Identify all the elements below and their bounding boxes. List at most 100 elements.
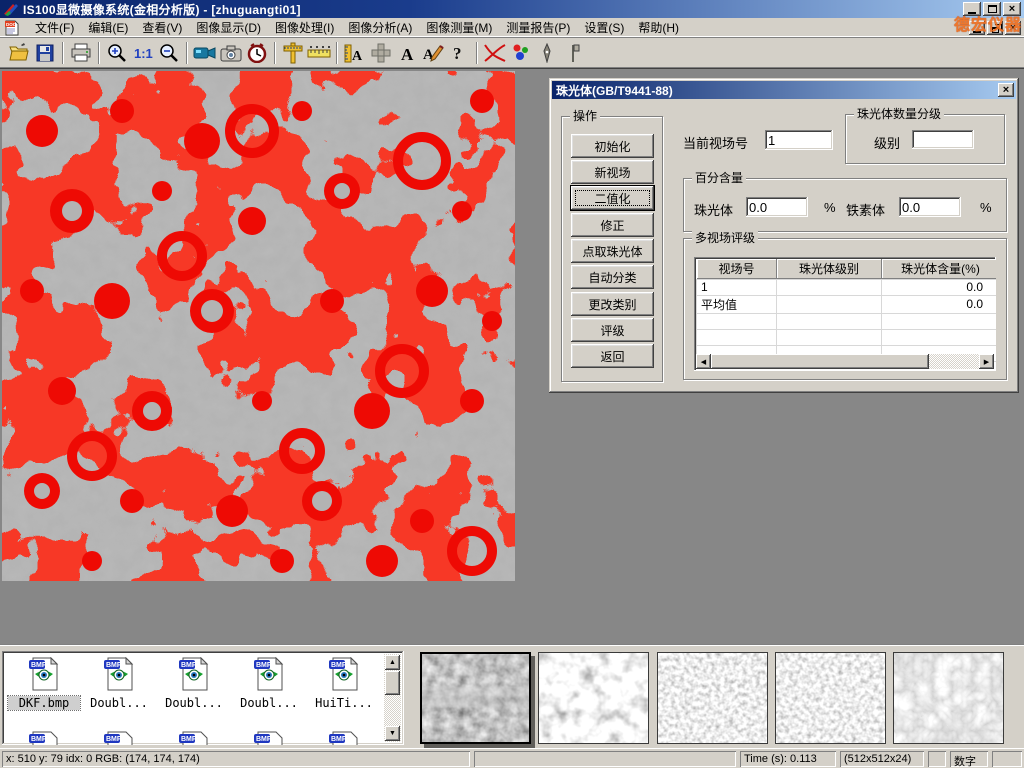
correct-button[interactable]: 修正 xyxy=(571,213,654,237)
file-item[interactable]: BMP Doubl... xyxy=(158,657,230,710)
file-item[interactable]: BMP xyxy=(158,731,230,745)
thumbnail-1[interactable] xyxy=(420,652,531,744)
bmp-file-icon: BMP xyxy=(177,657,211,691)
menu-file[interactable]: 文件(F) xyxy=(28,17,81,38)
menu-help[interactable]: 帮助(H) xyxy=(631,17,686,38)
toolbar-separator xyxy=(62,42,64,64)
pearlite-percent-input[interactable] xyxy=(746,197,808,217)
file-item[interactable]: BMP xyxy=(233,731,305,745)
phase-particles-icon[interactable] xyxy=(508,40,534,66)
file-name[interactable]: Doubl... xyxy=(158,696,230,710)
scrollbar-thumb[interactable] xyxy=(711,354,929,369)
pick-pearlite-button[interactable]: 点取珠光体 xyxy=(571,239,654,263)
dialog-close-icon[interactable]: × xyxy=(998,83,1014,97)
table-row[interactable]: 1 0.0 xyxy=(697,279,997,295)
actual-size-icon[interactable]: 1:1 xyxy=(130,40,156,66)
text-tool-icon[interactable]: A xyxy=(394,40,420,66)
thumbnail-2[interactable] xyxy=(538,652,649,744)
table-row[interactable] xyxy=(697,313,997,329)
table-row[interactable]: 平均值 0.0 xyxy=(697,295,997,313)
menu-edit[interactable]: 编辑(E) xyxy=(81,17,135,38)
file-item[interactable]: BMP DKF.bmp xyxy=(8,657,80,710)
dialog-title-bar[interactable]: 珠光体(GB/T9441-88) × xyxy=(552,81,1016,99)
rating-table[interactable]: 视场号 珠光体级别 珠光体含量(%) 铁素体含量(%) 1 0.0 xyxy=(694,257,996,371)
scrollbar-thumb[interactable] xyxy=(385,671,400,695)
file-name[interactable]: DKF.bmp xyxy=(8,696,80,710)
svg-text:BMP: BMP xyxy=(331,736,347,743)
file-item[interactable]: BMP xyxy=(308,731,380,745)
file-item[interactable]: BMP xyxy=(83,731,155,745)
auto-classify-button[interactable]: 自动分类 xyxy=(571,265,654,289)
change-class-button[interactable]: 更改类别 xyxy=(571,292,654,316)
file-name[interactable]: HuiTi... xyxy=(308,696,380,710)
menu-settings[interactable]: 设置(S) xyxy=(577,17,631,38)
table-row[interactable] xyxy=(697,329,997,345)
ferrite-percent-input[interactable] xyxy=(899,197,961,217)
save-icon[interactable] xyxy=(32,40,58,66)
file-list[interactable]: BMP DKF.bmp BMP Doubl... BMP xyxy=(2,651,404,745)
svg-text:BMP: BMP xyxy=(331,662,347,669)
col-pearlite-grade[interactable]: 珠光体级别 xyxy=(777,259,882,279)
status-bar: x: 510 y: 79 idx: 0 RGB: (174, 174, 174)… xyxy=(0,748,1024,768)
bottom-panel: BMP DKF.bmp BMP Doubl... BMP xyxy=(0,645,1024,748)
scroll-left-icon[interactable]: ◀ xyxy=(696,354,711,369)
file-name[interactable]: Doubl... xyxy=(83,696,155,710)
operations-group-label: 操作 xyxy=(570,109,600,123)
status-empty-panel xyxy=(474,751,736,767)
timer-icon[interactable] xyxy=(244,40,270,66)
rate-button[interactable]: 评级 xyxy=(571,318,654,342)
menu-image-analysis[interactable]: 图像分析(A) xyxy=(341,17,419,38)
video-capture-icon[interactable] xyxy=(192,40,218,66)
file-item[interactable]: BMP Doubl... xyxy=(83,657,155,710)
current-field-input[interactable] xyxy=(765,130,833,150)
grade-group: 珠光体数量分级 级别 xyxy=(845,114,1005,164)
file-name[interactable]: Doubl... xyxy=(233,696,305,710)
caliper-icon[interactable] xyxy=(280,40,306,66)
grid-tool-icon[interactable] xyxy=(368,40,394,66)
file-item[interactable]: BMP Doubl... xyxy=(233,657,305,710)
thumbnail-5[interactable] xyxy=(893,652,1004,744)
return-button[interactable]: 返回 xyxy=(571,344,654,368)
measure-text-icon[interactable]: A xyxy=(342,40,368,66)
zoom-in-icon[interactable] xyxy=(104,40,130,66)
document-icon[interactable]: DOC xyxy=(4,20,20,36)
thumbnail-3[interactable] xyxy=(657,652,768,744)
svg-text:BMP: BMP xyxy=(181,736,197,743)
micrograph-image[interactable] xyxy=(2,71,515,581)
menu-view[interactable]: 查看(V) xyxy=(135,17,189,38)
table-horizontal-scrollbar[interactable]: ◀ ▶ xyxy=(696,354,994,369)
scroll-right-icon[interactable]: ▶ xyxy=(979,354,994,369)
binarize-button[interactable]: 二值化 xyxy=(571,186,654,210)
camera-capture-icon[interactable] xyxy=(218,40,244,66)
bmp-file-icon: BMP xyxy=(177,731,211,745)
menu-image-measure[interactable]: 图像测量(M) xyxy=(419,17,499,38)
file-list-scrollbar[interactable]: ▲ ▼ xyxy=(384,654,401,742)
title-bar: IS100显微摄像系统(金相分析版) - [zhuguangti01] × xyxy=(0,0,1024,18)
curve-cut-icon[interactable] xyxy=(482,40,508,66)
grade-input[interactable] xyxy=(912,130,974,149)
col-field-number[interactable]: 视场号 xyxy=(697,259,777,279)
menu-image-display[interactable]: 图像显示(D) xyxy=(189,17,268,38)
help-icon[interactable]: ? xyxy=(446,40,472,66)
scroll-up-icon[interactable]: ▲ xyxy=(385,655,400,670)
open-icon[interactable] xyxy=(6,40,32,66)
thumbnail-4[interactable] xyxy=(775,652,886,744)
menu-measure-report[interactable]: 测量报告(P) xyxy=(499,17,577,38)
file-item[interactable]: BMP xyxy=(8,731,80,745)
scroll-down-icon[interactable]: ▼ xyxy=(385,726,400,741)
initialize-button[interactable]: 初始化 xyxy=(571,134,654,158)
mdi-client-area: 珠光体(GB/T9441-88) × 操作 初始化 新视场 二值化 修正 点取珠… xyxy=(0,68,1024,645)
menu-image-processing[interactable]: 图像处理(I) xyxy=(268,17,341,38)
ruler-icon[interactable] xyxy=(306,40,332,66)
pen-tool-icon[interactable] xyxy=(534,40,560,66)
multi-field-group: 多视场评级 视场号 珠光体级别 珠光体含量(%) 铁素体含量(%) 1 xyxy=(683,238,1007,380)
brush-tool-icon[interactable] xyxy=(560,40,586,66)
new-field-button[interactable]: 新视场 xyxy=(571,160,654,184)
print-icon[interactable] xyxy=(68,40,94,66)
file-item[interactable]: BMP HuiTi... xyxy=(308,657,380,710)
cell: 0.0 xyxy=(882,279,997,295)
zoom-out-icon[interactable] xyxy=(156,40,182,66)
annotate-icon[interactable]: A xyxy=(420,40,446,66)
ferrite-label: 铁素体 xyxy=(846,200,885,219)
col-pearlite-content[interactable]: 珠光体含量(%) xyxy=(882,259,997,279)
